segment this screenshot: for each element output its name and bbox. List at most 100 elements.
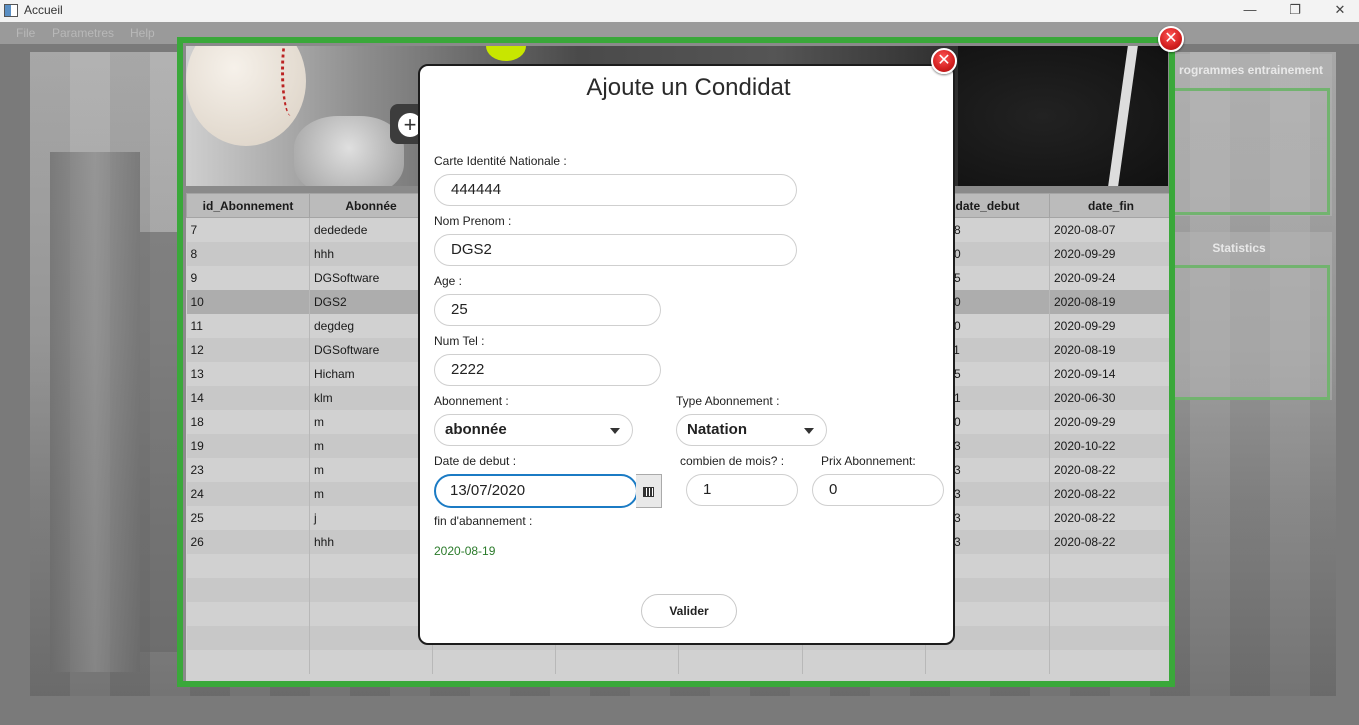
table-cell: 26 xyxy=(186,529,310,554)
table-cell: 12 xyxy=(186,337,310,362)
table-cell xyxy=(1049,649,1169,674)
table-cell: m xyxy=(309,457,433,482)
abonnement-label: Abonnement : xyxy=(434,394,509,408)
type-abonnement-selected-value: Natation xyxy=(687,421,747,438)
name-input[interactable]: DGS2 xyxy=(434,234,797,266)
table-cell: 2020-08-19 xyxy=(1049,289,1169,314)
type-abonnement-label: Type Abonnement : xyxy=(676,394,780,408)
table-cell: 7 xyxy=(186,217,310,242)
table-cell: 2020-08-07 xyxy=(1049,217,1169,242)
table-cell xyxy=(309,649,433,674)
hand-grip-image xyxy=(294,116,404,186)
table-cell: 2020-08-22 xyxy=(1049,457,1169,482)
table-cell xyxy=(1049,577,1169,602)
mois-input[interactable]: 1 xyxy=(686,474,798,506)
baseball-image xyxy=(186,46,306,146)
menu-parametres[interactable]: Parametres xyxy=(52,26,114,40)
table-cell xyxy=(1049,553,1169,578)
table-cell xyxy=(186,601,310,626)
dialog-close-icon[interactable]: ✕ xyxy=(931,48,957,74)
table-cell: 2020-09-29 xyxy=(1049,313,1169,338)
tennis-ball-image xyxy=(486,46,526,61)
table-cell: 23 xyxy=(186,457,310,482)
shoe-image xyxy=(958,46,1168,186)
table-cell: m xyxy=(309,409,433,434)
panel-close-icon[interactable]: ✕ xyxy=(1158,26,1184,52)
statistics-card-image xyxy=(1172,265,1330,400)
restore-button[interactable]: ❐ xyxy=(1275,0,1315,22)
table-cell: 2020-08-22 xyxy=(1049,505,1169,530)
fin-abonnement-value: 2020-08-19 xyxy=(434,544,496,558)
table-cell xyxy=(309,553,433,578)
table-cell xyxy=(432,649,556,674)
table-cell xyxy=(186,577,310,602)
table-cell: hhh xyxy=(309,529,433,554)
table-cell xyxy=(555,649,679,674)
calendar-icon xyxy=(643,487,654,497)
table-cell: 2020-10-22 xyxy=(1049,433,1169,458)
abonnement-select[interactable]: abonnée xyxy=(434,414,633,446)
table-cell xyxy=(309,577,433,602)
table-cell: DGSoftware xyxy=(309,265,433,290)
table-cell: 19 xyxy=(186,433,310,458)
menu-help[interactable]: Help xyxy=(130,26,155,40)
table-cell: DGS2 xyxy=(309,289,433,314)
column-header[interactable]: Abonnée xyxy=(309,193,433,218)
column-header[interactable]: date_fin xyxy=(1049,193,1169,218)
table-cell: Hicham xyxy=(309,361,433,386)
minimize-button[interactable]: — xyxy=(1230,0,1270,22)
date-debut-picker-input[interactable]: 13/07/2020 xyxy=(434,474,638,508)
prix-label: Prix Abonnement: xyxy=(821,454,916,468)
table-cell: 2020-08-19 xyxy=(1049,337,1169,362)
add-candidate-dialog: Ajoute un Condidat Carte Identité Nation… xyxy=(418,64,955,645)
window-close-button[interactable]: ✕ xyxy=(1320,0,1359,22)
type-abonnement-select[interactable]: Natation xyxy=(676,414,827,446)
table-cell: m xyxy=(309,481,433,506)
calendar-button[interactable] xyxy=(636,474,662,508)
menu-file[interactable]: File xyxy=(16,26,35,40)
cin-input[interactable]: 444444 xyxy=(434,174,797,206)
chevron-down-icon xyxy=(804,428,814,434)
fin-abonnement-label: fin d'abannement : xyxy=(434,514,533,528)
table-cell: j xyxy=(309,505,433,530)
chevron-down-icon xyxy=(610,428,620,434)
app-icon xyxy=(4,4,18,17)
window-titlebar: Accueil — ❐ ✕ xyxy=(0,0,1359,22)
table-cell: dededede xyxy=(309,217,433,242)
dialog-title: Ajoute un Condidat xyxy=(586,74,791,101)
tel-input[interactable]: 2222 xyxy=(434,354,661,386)
table-cell xyxy=(309,601,433,626)
table-cell: 2020-09-24 xyxy=(1049,265,1169,290)
statistics-card-title: Statistics xyxy=(1212,241,1266,255)
table-cell: 10 xyxy=(186,289,310,314)
table-cell: 2020-08-22 xyxy=(1049,481,1169,506)
programs-card-title: rogrammes entrainement xyxy=(1178,63,1324,77)
table-cell: 2020-08-22 xyxy=(1049,529,1169,554)
valider-button[interactable]: Valider xyxy=(641,594,737,628)
table-cell: 18 xyxy=(186,409,310,434)
table-cell: m xyxy=(309,433,433,458)
table-cell: 13 xyxy=(186,361,310,386)
table-cell xyxy=(802,649,926,674)
mois-label: combien de mois? : xyxy=(680,454,785,468)
gym-machine-decor xyxy=(140,232,180,652)
abonnement-selected-value: abonnée xyxy=(445,421,507,438)
table-cell: 8 xyxy=(186,241,310,266)
table-cell xyxy=(925,649,1050,674)
table-cell: degdeg xyxy=(309,313,433,338)
table-cell xyxy=(678,649,803,674)
prix-input[interactable]: 0 xyxy=(812,474,944,506)
column-header[interactable]: id_Abonnement xyxy=(186,193,310,218)
table-cell: 2020-09-14 xyxy=(1049,361,1169,386)
table-cell xyxy=(309,625,433,650)
cin-label: Carte Identité Nationale : xyxy=(434,154,567,168)
age-input[interactable]: 25 xyxy=(434,294,661,326)
table-cell: 24 xyxy=(186,481,310,506)
table-empty-row[interactable] xyxy=(186,649,1169,674)
age-label: Age : xyxy=(434,274,463,288)
table-cell xyxy=(186,553,310,578)
window-title: Accueil xyxy=(24,3,63,17)
tel-label: Num Tel : xyxy=(434,334,485,348)
table-cell: 2020-09-29 xyxy=(1049,409,1169,434)
name-label: Nom Prenom : xyxy=(434,214,512,228)
